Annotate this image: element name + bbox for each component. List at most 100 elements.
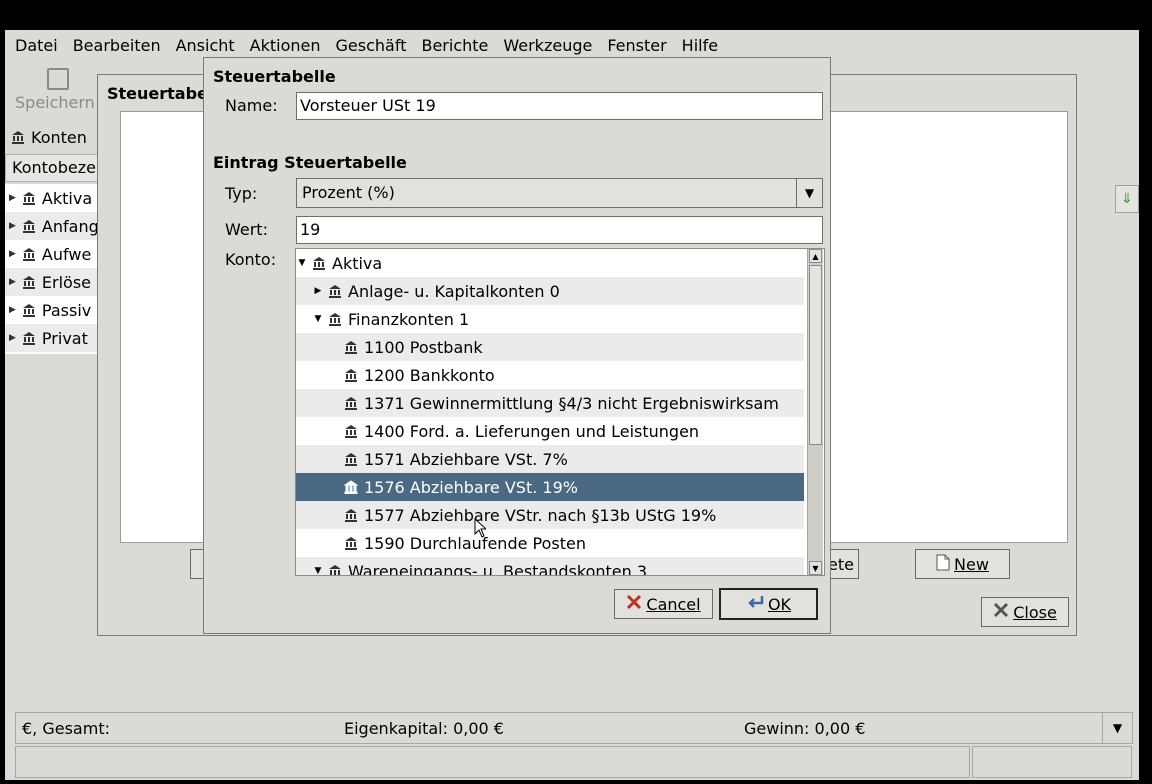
list-item-label: Passiv xyxy=(41,300,92,320)
account-tree[interactable]: ▼ Aktiva ▶ Anlage- u. Kapitalkonten 0 ▼ Fin… xyxy=(295,248,825,576)
menu-werkzeuge[interactable]: Werkzeuge xyxy=(503,36,592,55)
bank-icon xyxy=(344,536,358,550)
tree-row[interactable]: ▼ Aktiva xyxy=(296,249,804,277)
summary-equity: Eigenkapital: 0,00 € xyxy=(344,719,504,738)
summary-profit: Gewinn: 0,00 € xyxy=(744,719,866,738)
type-label: Typ: xyxy=(225,184,258,203)
menu-aktionen[interactable]: Aktionen xyxy=(250,36,321,55)
cancel-label: Cancel xyxy=(646,594,701,614)
menu-ansicht[interactable]: Ansicht xyxy=(176,36,235,55)
save-icon xyxy=(47,68,69,90)
tree-row[interactable]: ▶ Anlage- u. Kapitalkonten 0 xyxy=(296,277,804,305)
tree-row-label: Wareneingangs- u. Bestandskonten 3 xyxy=(348,561,648,576)
tree-row-label: Anlage- u. Kapitalkonten 0 xyxy=(348,281,560,301)
name-input[interactable]: Vorsteuer USt 19 xyxy=(296,92,823,120)
list-item[interactable]: ▶ Anfang xyxy=(5,212,105,240)
column-chooser-button[interactable]: ⇓ xyxy=(1115,185,1139,213)
menu-hilfe[interactable]: Hilfe xyxy=(682,36,718,55)
list-item-label: Aufwe xyxy=(41,244,92,264)
list-item[interactable]: ▶ Aufwe xyxy=(5,240,105,268)
bank-icon xyxy=(22,303,36,317)
menu-datei[interactable]: Datei xyxy=(15,36,58,55)
account-list: ▶ Aktiva ▶ Anfang ▶ Aufwe ▶ Erlöse ▶ Passiv ▶… xyxy=(5,184,105,354)
tree-row[interactable]: ▼ Finanzkonten 1 xyxy=(296,305,804,333)
tree-scrollbar[interactable]: ▲ ▼ xyxy=(807,249,823,575)
expander-icon[interactable]: ▶ xyxy=(9,193,16,203)
new-label: New xyxy=(954,554,989,574)
menu-bearbeiten[interactable]: Bearbeiten xyxy=(73,36,161,55)
bank-icon xyxy=(22,219,36,233)
scroll-up-icon[interactable]: ▲ xyxy=(809,249,822,263)
list-item-label: Anfang xyxy=(41,216,99,236)
bank-icon xyxy=(328,284,342,298)
save-button[interactable]: Speichern xyxy=(15,66,105,114)
bank-icon xyxy=(344,424,358,438)
tree-row[interactable]: 1577 Abziehbare VStr. nach §13b UStG 19% xyxy=(296,501,804,529)
ok-button[interactable]: OK xyxy=(719,588,818,620)
tree-row-selected[interactable]: 1576 Abziehbare VSt. 19% xyxy=(296,473,804,501)
section-title-tax-table: Steuertabelle xyxy=(213,67,336,86)
tree-row[interactable]: 1590 Durchlaufende Posten xyxy=(296,529,804,557)
ok-label: OK xyxy=(767,594,792,614)
list-item[interactable]: ▶ Passiv xyxy=(5,296,105,324)
value-input[interactable]: 19 xyxy=(296,216,823,244)
summary-total: €, Gesamt: xyxy=(22,719,110,738)
list-item-label: Aktiva xyxy=(41,188,93,208)
list-item-label: Privat xyxy=(41,328,88,348)
delete-label: ete xyxy=(828,554,854,574)
bank-icon xyxy=(312,256,326,270)
close-button[interactable]: Close xyxy=(981,597,1069,627)
tree-row-label: 1400 Ford. a. Lieferungen und Leistungen xyxy=(364,421,700,441)
bank-icon xyxy=(22,247,36,261)
tax-table-entry-dialog: Steuertabelle Name: Vorsteuer USt 19 Ein… xyxy=(203,57,831,634)
bank-icon xyxy=(344,508,358,522)
expander-icon[interactable]: ▶ xyxy=(9,249,16,259)
cancel-button[interactable]: Cancel xyxy=(614,589,713,619)
tab-label: Konten xyxy=(31,127,87,147)
scroll-down-icon[interactable]: ▼ xyxy=(809,561,822,575)
expander-icon[interactable]: ▼ xyxy=(296,258,308,268)
bank-icon xyxy=(328,564,342,575)
new-button[interactable]: New xyxy=(915,549,1010,579)
menu-fenster[interactable]: Fenster xyxy=(607,36,666,55)
expander-icon[interactable]: ▶ xyxy=(312,286,324,296)
summary-bar: €, Gesamt: Eigenkapital: 0,00 € Gewinn: … xyxy=(15,712,1133,744)
tree-row[interactable]: 1400 Ford. a. Lieferungen und Leistungen xyxy=(296,417,804,445)
tree-row[interactable]: 1200 Bankkonto xyxy=(296,361,804,389)
tree-row-label: Aktiva xyxy=(332,253,383,273)
type-select[interactable]: Prozent (%) ▼ xyxy=(296,178,823,208)
close-label: Close xyxy=(1013,602,1057,622)
expander-icon[interactable]: ▶ xyxy=(9,333,16,343)
expander-icon[interactable]: ▶ xyxy=(9,277,16,287)
tree-row[interactable]: 1100 Postbank xyxy=(296,333,804,361)
summary-dropdown-button[interactable]: ▼ xyxy=(1102,713,1132,743)
tab-konten[interactable]: Konten xyxy=(5,122,105,152)
menu-geschaeft[interactable]: Geschäft xyxy=(336,36,407,55)
tree-row-label: 1577 Abziehbare VStr. nach §13b UStG 19% xyxy=(364,505,717,525)
bank-icon xyxy=(344,340,358,354)
bank-icon xyxy=(344,480,358,494)
tree-row[interactable]: 1571 Abziehbare VSt. 7% xyxy=(296,445,804,473)
status-bar-progress xyxy=(972,746,1132,778)
list-item[interactable]: ▶ Aktiva xyxy=(5,184,105,212)
tree-row-label: 1571 Abziehbare VSt. 7% xyxy=(364,449,568,469)
expander-icon[interactable]: ▼ xyxy=(312,314,324,324)
expander-icon[interactable]: ▶ xyxy=(9,305,16,315)
section-title-entry: Eintrag Steuertabelle xyxy=(213,153,407,172)
tree-row-label: 1576 Abziehbare VSt. 19% xyxy=(364,477,578,497)
tree-row[interactable]: ▼ Wareneingangs- u. Bestandskonten 3 xyxy=(296,557,804,576)
tree-row-label: 1200 Bankkonto xyxy=(364,365,495,385)
menu-berichte[interactable]: Berichte xyxy=(421,36,488,55)
expander-icon[interactable]: ▶ xyxy=(9,221,16,231)
tree-row-label: 1371 Gewinnermittlung §4/3 nicht Ergebni… xyxy=(364,393,779,413)
list-item[interactable]: ▶ Privat xyxy=(5,324,105,352)
save-label: Speichern xyxy=(15,93,95,112)
status-bar xyxy=(15,746,970,778)
chevron-down-icon[interactable]: ▼ xyxy=(796,179,822,207)
list-item[interactable]: ▶ Erlöse xyxy=(5,268,105,296)
type-select-value: Prozent (%) xyxy=(302,183,395,202)
expander-icon[interactable]: ▼ xyxy=(312,566,324,575)
tree-row[interactable]: 1371 Gewinnermittlung §4/3 nicht Ergebni… xyxy=(296,389,804,417)
scrollbar-thumb[interactable] xyxy=(809,265,822,445)
bank-icon xyxy=(11,130,25,144)
